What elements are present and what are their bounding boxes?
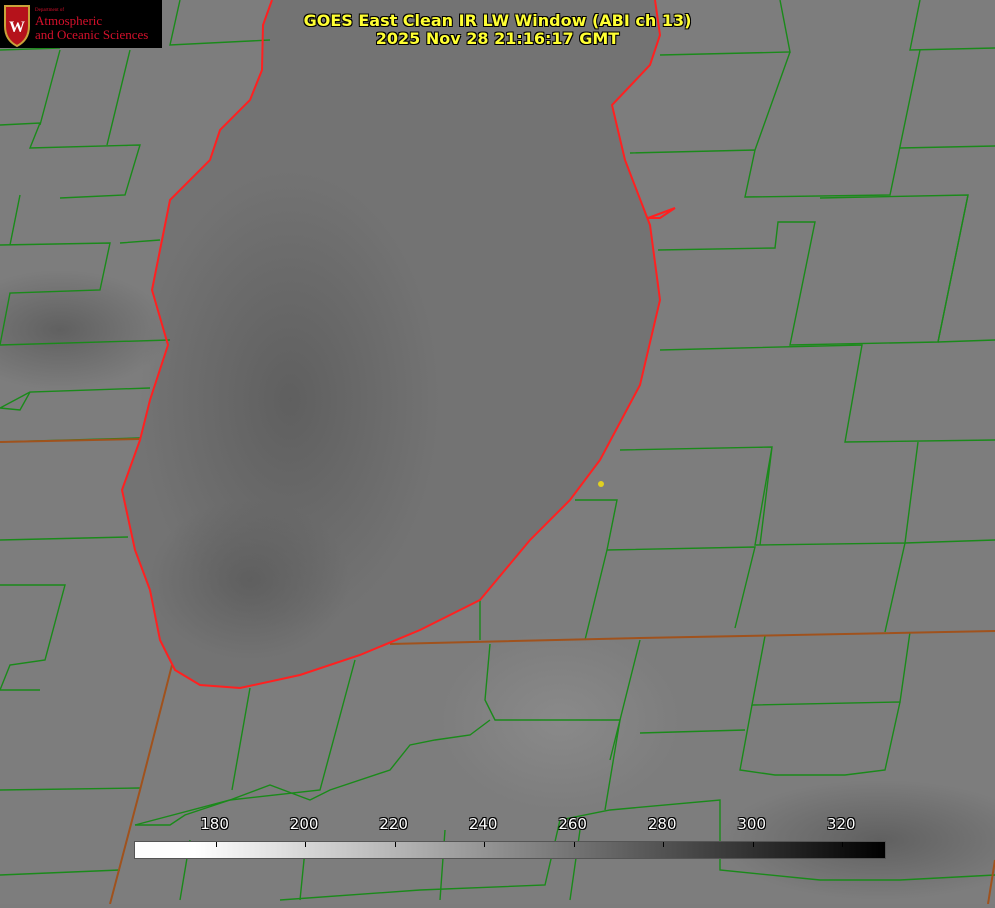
map-canvas: [0, 0, 995, 905]
logo-line2: and Oceanic Sciences: [35, 27, 149, 42]
colorbar-tick-label: 300: [737, 815, 767, 833]
colorbar-tick-label: 320: [826, 815, 856, 833]
lake-cloud-texture: [150, 500, 350, 660]
colorbar-tick-mark: [215, 842, 217, 847]
colorbar-tick-label: 220: [379, 815, 408, 833]
colorbar-tick-mark: [394, 842, 396, 847]
colorbar-tick-mark: [842, 842, 844, 847]
colorbar-tick-mark: [573, 842, 575, 847]
crest-icon: W: [4, 5, 30, 48]
crest-letter: W: [9, 19, 25, 36]
location-marker: [598, 481, 604, 487]
colorbar-tick-label: 180: [200, 815, 229, 833]
colorbar-tick-mark: [484, 842, 486, 847]
colorbar-tick-label: 200: [289, 815, 319, 833]
colorbar-tick-label: 240: [468, 815, 498, 833]
colorbar-tick-mark: [752, 842, 754, 847]
aos-logo: W Department of Atmospheric and Oceanic …: [0, 0, 162, 48]
colorbar-tick-label: 280: [647, 815, 677, 833]
temperature-colorbar: [134, 841, 886, 859]
satellite-map: GOES East Clean IR LW Window (ABI ch 13)…: [0, 0, 995, 905]
colorbar-tick-mark: [305, 842, 307, 847]
colorbar-tick-label: 260: [558, 815, 587, 833]
colorbar-tick-mark: [663, 842, 665, 847]
